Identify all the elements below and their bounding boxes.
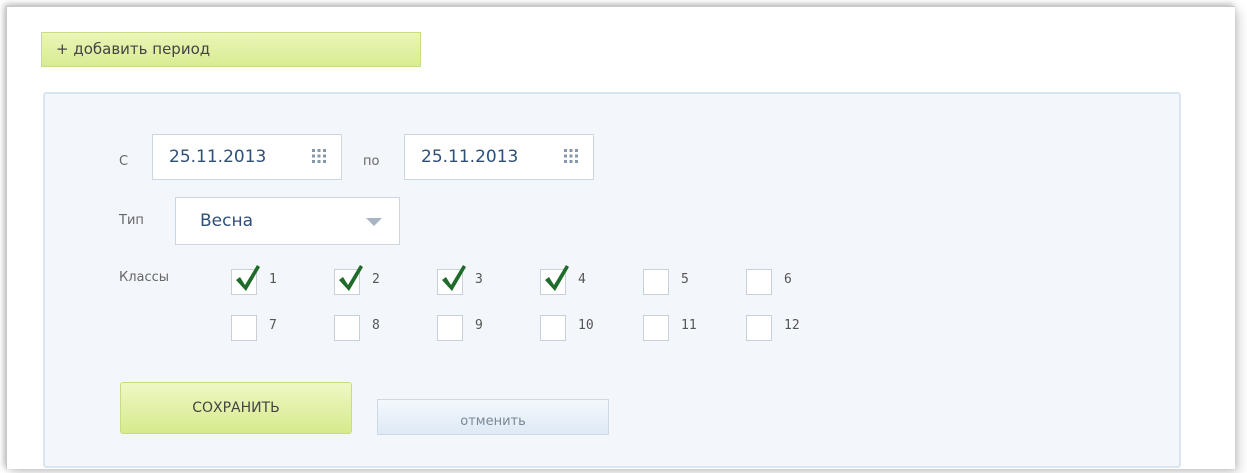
class-checkbox-label: 8	[372, 318, 380, 333]
class-checkbox-label: 6	[784, 272, 792, 287]
checkmark-icon	[442, 265, 466, 291]
class-checkbox-label: 7	[269, 318, 277, 333]
class-checkbox-label: 11	[681, 318, 697, 333]
class-checkbox-label: 5	[681, 272, 689, 287]
add-period-button[interactable]: + добавить период	[41, 32, 421, 67]
from-date-field[interactable]: 25.11.2013	[152, 134, 342, 180]
calendar-grid-icon[interactable]	[563, 148, 579, 164]
class-checkbox[interactable]	[746, 269, 772, 295]
class-checkbox[interactable]	[437, 265, 466, 295]
class-checkbox-label: 12	[784, 318, 800, 333]
checkmark-icon	[545, 265, 569, 291]
class-checkbox-label: 1	[269, 272, 277, 287]
class-checkbox[interactable]	[746, 315, 772, 341]
classes-label: Классы	[119, 270, 170, 285]
chevron-down-icon	[366, 218, 382, 226]
calendar-grid-icon[interactable]	[311, 148, 327, 164]
type-label: Тип	[119, 213, 144, 228]
class-checkbox[interactable]	[334, 315, 360, 341]
period-form-panel: С 25.11.2013 по 25.11.2013 Тип Весна Кла…	[43, 92, 1181, 468]
class-checkbox-label: 9	[475, 318, 483, 333]
type-select[interactable]: Весна	[175, 197, 400, 245]
class-checkbox[interactable]	[231, 315, 257, 341]
to-date-value: 25.11.2013	[421, 147, 519, 167]
class-checkbox-label: 3	[475, 272, 483, 287]
from-label: С	[119, 154, 129, 169]
class-checkbox[interactable]	[231, 265, 260, 295]
to-date-field[interactable]: 25.11.2013	[404, 134, 594, 180]
type-select-value: Весна	[200, 211, 254, 231]
checkmark-icon	[236, 265, 260, 291]
class-checkbox[interactable]	[334, 265, 363, 295]
class-checkbox[interactable]	[437, 315, 463, 341]
window-frame: + добавить период С 25.11.2013 по 25.11.…	[6, 6, 1235, 469]
to-label: по	[363, 154, 380, 169]
save-button[interactable]: СОХРАНИТЬ	[120, 382, 352, 434]
class-checkbox[interactable]	[643, 269, 669, 295]
from-date-value: 25.11.2013	[169, 147, 267, 167]
checkmark-icon	[339, 265, 363, 291]
class-checkbox[interactable]	[540, 315, 566, 341]
class-checkbox-label: 4	[578, 272, 586, 287]
class-checkbox[interactable]	[643, 315, 669, 341]
class-checkbox-label: 10	[578, 318, 594, 333]
class-checkbox[interactable]	[540, 265, 569, 295]
class-checkbox-label: 2	[372, 272, 380, 287]
cancel-button[interactable]: отменить	[377, 399, 609, 435]
